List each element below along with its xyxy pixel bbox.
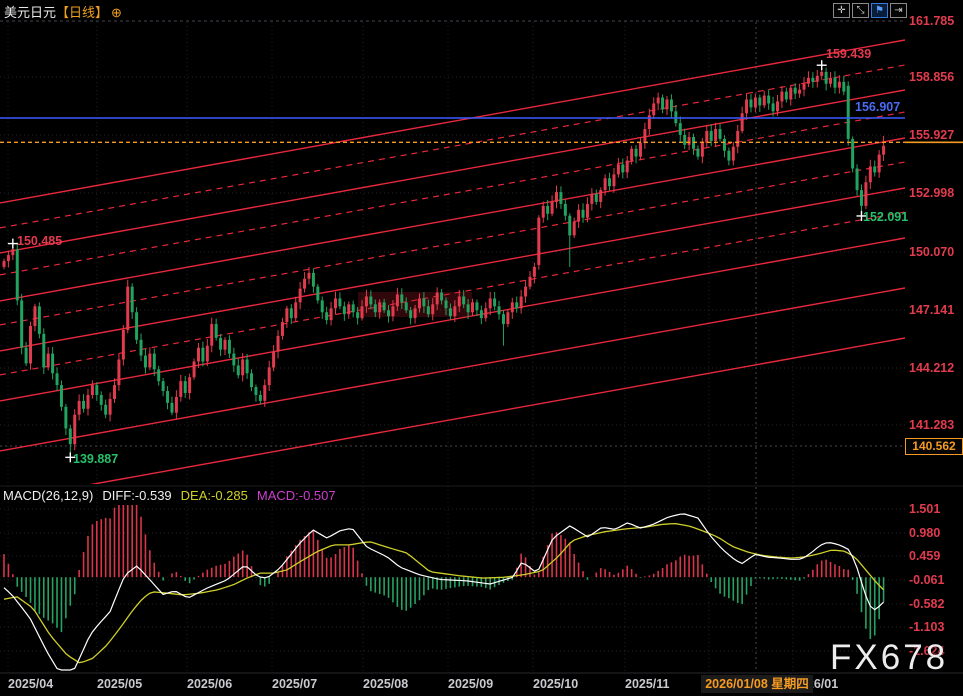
date-axis-label: 2025/04: [8, 677, 53, 691]
axis-scale-icon[interactable]: ⤡: [852, 3, 869, 18]
pan-icon[interactable]: ✛: [833, 3, 850, 18]
price-axis-label: 152.998: [909, 186, 954, 200]
macd-axis-label: 1.501: [909, 502, 940, 516]
price-axis-label: 158.856: [909, 70, 954, 84]
macd-hist-value: MACD:-0.507: [257, 488, 336, 503]
macd-params[interactable]: MACD(26,12,9): [3, 488, 93, 503]
date-axis-label: 2025/06: [187, 677, 232, 691]
crosshair-date-label: 2026/01/08 星期四: [701, 675, 813, 693]
price-axis-label: 144.212: [909, 361, 954, 375]
macd-axis-label: -0.582: [909, 597, 944, 611]
price-axis-label: 161.785: [909, 14, 954, 28]
period-label: 【日线】: [56, 5, 108, 20]
macd-axis-label: 0.980: [909, 526, 940, 540]
macd-diff-value: DIFF:-0.539: [102, 488, 171, 503]
date-axis-label: 2025/07: [272, 677, 317, 691]
macd-header: MACD(26,12,9) DIFF:-0.539 DEA:-0.285 MACD:-…: [3, 488, 345, 503]
date-axis-label: 2025/08: [363, 677, 408, 691]
chart-window: 美元日元【日线】⊕ ✛ ⤡ ⚑ ⇥ 159.439 156.907 152.09…: [0, 0, 963, 696]
price-axis-label: 141.283: [909, 418, 954, 432]
symbol-name: 美元日元: [4, 5, 56, 20]
go-to-end-icon[interactable]: ⇥: [890, 3, 907, 18]
high-price-marker: 159.439: [826, 47, 871, 61]
alert-line-price-label[interactable]: 156.907: [855, 100, 900, 114]
chart-toolbar: ✛ ⤡ ⚑ ⇥: [833, 3, 907, 18]
date-axis-label: 2025/11: [625, 677, 670, 691]
price-axis-label: 155.927: [909, 128, 954, 142]
crosshair-price-label: 140.562: [905, 438, 963, 455]
price-axis-label: 147.141: [909, 303, 954, 317]
macd-axis-label: 0.459: [909, 549, 940, 563]
price-axis-label: 150.070: [909, 245, 954, 259]
macd-axis-label: -0.061: [909, 573, 944, 587]
brand-watermark: FX678: [830, 638, 948, 678]
april-low-marker: 139.887: [73, 452, 118, 466]
macd-dea-value: DEA:-0.285: [181, 488, 248, 503]
auto-follow-flag-icon[interactable]: ⚑: [871, 3, 888, 18]
date-axis-label: 2025/10: [533, 677, 578, 691]
april-high-marker: 150.485: [17, 234, 62, 248]
macd-axis-label: -1.103: [909, 620, 944, 634]
date-axis-label: 2025/09: [448, 677, 493, 691]
chart-canvas[interactable]: [0, 0, 963, 696]
chart-title: 美元日元【日线】⊕: [4, 2, 122, 21]
date-axis-label: 2025/05: [97, 677, 142, 691]
add-indicator-icon[interactable]: ⊕: [111, 5, 122, 20]
crash-low-marker: 152.091: [863, 210, 908, 224]
